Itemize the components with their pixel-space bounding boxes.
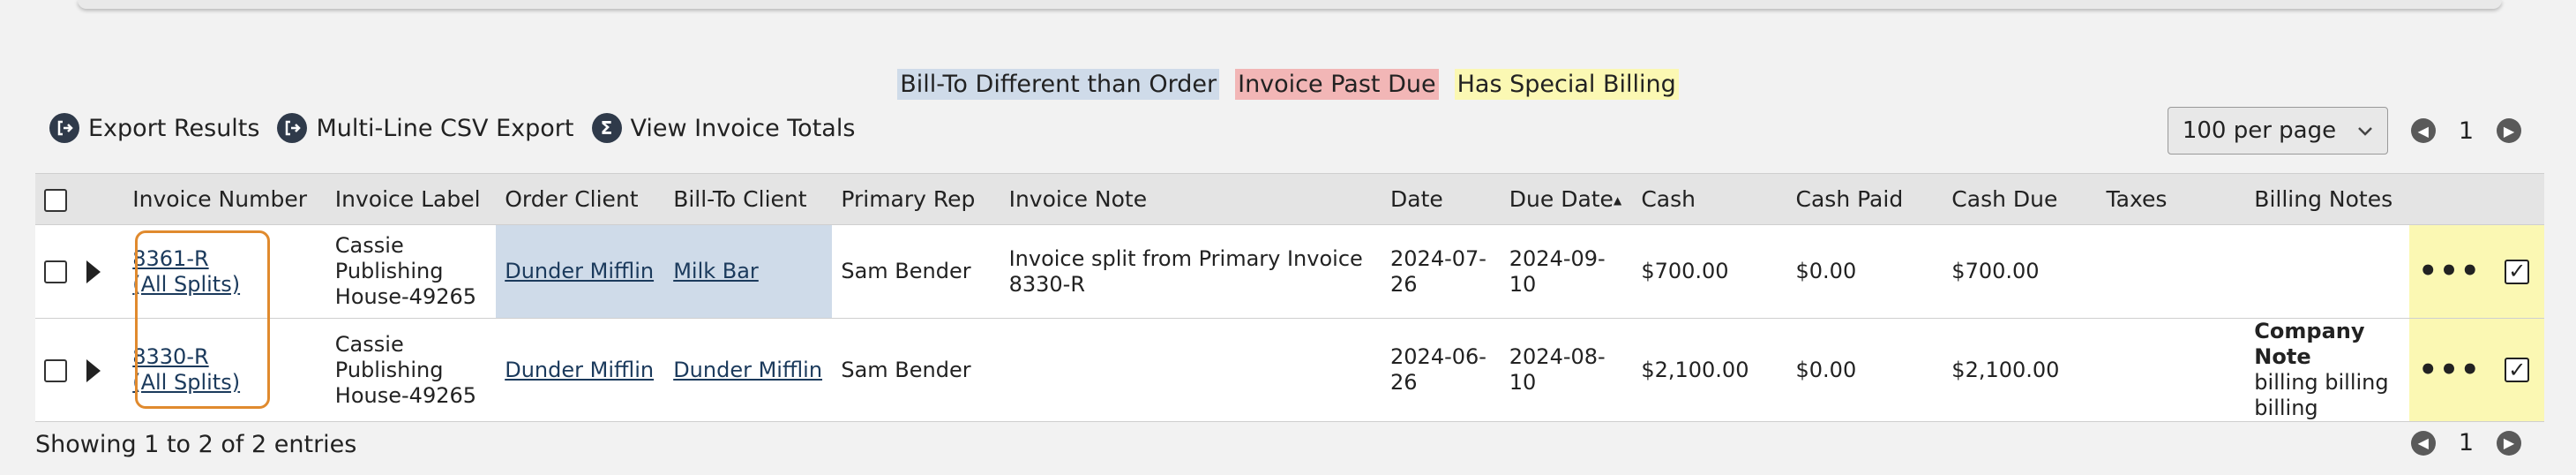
col-due-date[interactable]: Due Date▲ (1501, 174, 1633, 225)
col-cash-due[interactable]: Cash Due (1943, 174, 2097, 225)
all-splits-link[interactable]: (All Splits) (132, 272, 240, 297)
col-invoice-label[interactable]: Invoice Label (326, 174, 496, 225)
invoice-date: 2024-06-26 (1390, 344, 1486, 395)
col-taxes[interactable]: Taxes (2098, 174, 2246, 225)
invoice-label-line: Cassie (334, 233, 404, 258)
primary-rep: Sam Bender (841, 357, 971, 382)
cash-due: $2,100.00 (1951, 357, 2060, 382)
row-check-icon[interactable]: ✓ (2505, 358, 2530, 382)
col-billing-notes[interactable]: Billing Notes (2245, 174, 2409, 225)
invoice-note (1000, 319, 1382, 422)
invoice-table: Invoice Number Invoice Label Order Clien… (35, 173, 2544, 422)
col-date[interactable]: Date (1382, 174, 1501, 225)
next-page-icon[interactable]: ▶ (2497, 430, 2521, 456)
current-page: 1 (2458, 429, 2474, 456)
invoice-note: Invoice split from Primary Invoice 8330-… (1008, 245, 1363, 297)
pager-top: 100 per page ◀ 1 ▶ (2167, 107, 2521, 155)
toolbar: Export Results Multi-Line CSV Export Σ V… (49, 113, 855, 143)
row-color-legend: Bill-To Different than Order Invoice Pas… (0, 69, 2576, 100)
chevron-down-icon (2357, 120, 2373, 142)
row-checkbox[interactable] (44, 260, 67, 283)
expand-row-icon[interactable] (86, 260, 101, 283)
cash-paid: $0.00 (1795, 357, 1857, 382)
legend-special-billing: Has Special Billing (1454, 69, 1679, 100)
pager-bottom: ◀ 1 ▶ (2410, 429, 2521, 456)
per-page-value: 100 per page (2182, 117, 2337, 144)
next-page-icon[interactable]: ▶ (2497, 118, 2521, 143)
invoice-label-line: House-49265 (334, 382, 477, 408)
billing-notes: Company Note billing billing billing (2245, 319, 2409, 422)
order-client-link[interactable]: Dunder Mifflin (505, 358, 654, 382)
col-due-date-label: Due Date (1509, 186, 1614, 212)
invoice-date: 2024-07-26 (1390, 245, 1486, 297)
view-invoice-totals-button[interactable]: Σ View Invoice Totals (591, 113, 856, 143)
export-results-button[interactable]: Export Results (49, 113, 259, 143)
sigma-icon: Σ (591, 113, 622, 143)
bill-to-client-link[interactable]: Milk Bar (673, 259, 759, 283)
table-row: 8330-R (All Splits) Cassie Publishing Ho… (35, 318, 2544, 422)
col-order-client[interactable]: Order Client (496, 174, 664, 225)
all-splits-link[interactable]: (All Splits) (132, 370, 240, 395)
invoice-label-line: Publishing (334, 357, 444, 382)
billing-note-title: Company Note (2254, 319, 2365, 369)
more-actions-icon[interactable]: ••• (2409, 318, 2490, 422)
table-header-row: Invoice Number Invoice Label Order Clien… (35, 173, 2544, 225)
export-results-label: Export Results (88, 114, 260, 142)
export-icon (49, 113, 79, 143)
multi-line-csv-export-label: Multi-Line CSV Export (316, 114, 574, 142)
taxes (2098, 319, 2246, 422)
prev-page-icon[interactable]: ◀ (2410, 118, 2436, 143)
cash: $700.00 (1641, 259, 1729, 283)
view-invoice-totals-label: View Invoice Totals (630, 114, 856, 142)
prev-page-icon[interactable]: ◀ (2410, 430, 2436, 456)
invoice-label-line: Cassie (334, 331, 404, 357)
more-actions-icon[interactable]: ••• (2409, 224, 2490, 319)
export-icon (277, 113, 308, 143)
billing-notes (2245, 225, 2409, 319)
col-primary-rep[interactable]: Primary Rep (832, 174, 1000, 225)
col-bill-to-client[interactable]: Bill-To Client (664, 174, 832, 225)
row-checkbox[interactable] (44, 358, 67, 382)
col-cash[interactable]: Cash (1632, 174, 1786, 225)
order-client-link[interactable]: Dunder Mifflin (505, 259, 654, 283)
multi-line-csv-export-button[interactable]: Multi-Line CSV Export (277, 113, 574, 143)
invoice-label: Cassie Publishing House-49265 (326, 225, 496, 319)
invoice-label: Cassie Publishing House-49265 (326, 319, 496, 422)
col-invoice-note[interactable]: Invoice Note (1000, 174, 1382, 225)
legend-past-due: Invoice Past Due (1235, 69, 1439, 100)
invoice-number-link[interactable]: 8361-R (132, 246, 208, 271)
bill-to-client-link[interactable]: Dunder Mifflin (673, 358, 822, 382)
per-page-select[interactable]: 100 per page (2167, 107, 2388, 155)
top-panel (78, 0, 2502, 9)
invoice-number-link[interactable]: 8330-R (132, 344, 208, 369)
entries-info: Showing 1 to 2 of 2 entries (35, 431, 357, 458)
cash-due: $700.00 (1951, 259, 2040, 283)
billing-note-body: billing billing (2254, 370, 2389, 395)
expand-row-icon[interactable] (86, 358, 101, 382)
cash-paid: $0.00 (1795, 259, 1857, 283)
table-row: 8361-R (All Splits) Cassie Publishing Ho… (35, 224, 2544, 319)
due-date: 2024-09-10 (1509, 245, 1606, 297)
sort-asc-icon: ▲ (1613, 194, 1622, 207)
col-invoice-number[interactable]: Invoice Number (124, 174, 326, 225)
current-page: 1 (2458, 117, 2474, 145)
billing-note-body: billing (2254, 396, 2318, 420)
legend-bill-to-different: Bill-To Different than Order (897, 69, 1220, 100)
due-date: 2024-08-10 (1509, 344, 1606, 395)
taxes (2098, 225, 2246, 319)
cash: $2,100.00 (1641, 357, 1749, 382)
col-cash-paid[interactable]: Cash Paid (1787, 174, 1943, 225)
row-check-icon[interactable]: ✓ (2505, 259, 2530, 284)
invoice-label-line: House-49265 (334, 284, 477, 309)
primary-rep: Sam Bender (841, 259, 971, 283)
select-all-checkbox[interactable] (44, 189, 67, 212)
invoice-label-line: Publishing (334, 259, 444, 283)
